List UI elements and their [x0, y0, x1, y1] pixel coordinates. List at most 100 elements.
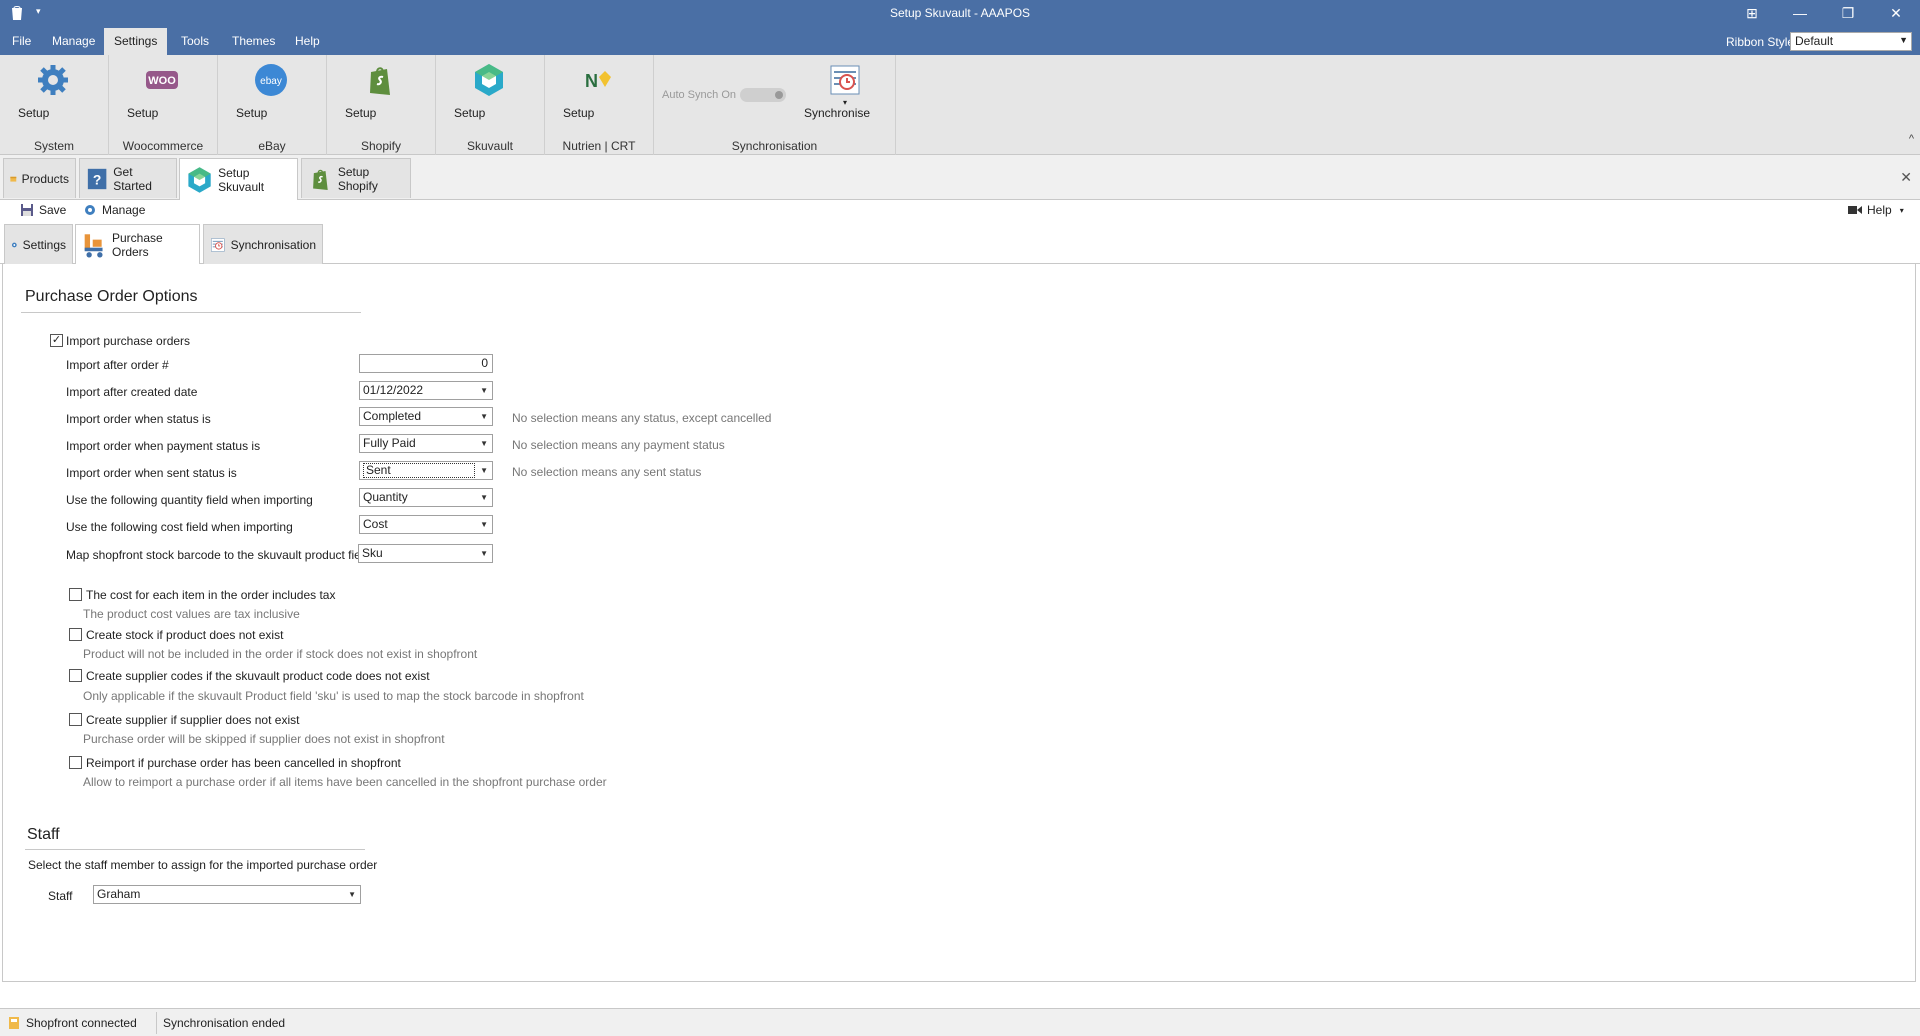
order-status-select[interactable]: Completed ▼: [359, 407, 493, 426]
tab-settings[interactable]: Settings: [4, 224, 73, 264]
tab-products[interactable]: Products: [3, 158, 76, 198]
option-label: Reimport if purchase order has been canc…: [86, 756, 401, 770]
woocommerce-setup-button[interactable]: WOO Setup: [127, 63, 197, 120]
ribbon-group-synchronisation: Auto Synch On Synchronise ▾ Synchronisat…: [654, 55, 896, 155]
ribbon-caption-ebay: eBay: [258, 139, 286, 153]
menu-themes[interactable]: Themes: [222, 28, 285, 55]
synchronise-label: Synchronise: [804, 106, 871, 120]
system-setup-label: Setup: [18, 106, 50, 120]
ribbon-style-select[interactable]: Default ▼: [1790, 32, 1912, 51]
shopify-setup-button[interactable]: Setup: [345, 63, 415, 120]
auto-synch-toggle[interactable]: [740, 88, 786, 102]
field-label: Import after order #: [66, 358, 169, 372]
menu-help[interactable]: Help: [285, 28, 330, 55]
field-label: Use the following quantity field when im…: [66, 493, 313, 507]
minimize-button[interactable]: —: [1780, 2, 1820, 24]
collapse-ribbon-icon[interactable]: ^: [1909, 133, 1914, 145]
field-hint: No selection means any sent status: [512, 465, 702, 479]
menu-settings[interactable]: Settings: [104, 28, 168, 55]
menu-file[interactable]: File: [2, 28, 41, 55]
field-value: Sku: [362, 546, 383, 560]
ribbon-caption-synchronisation: Synchronisation: [731, 139, 818, 153]
section-title-purchase-order-options: Purchase Order Options: [25, 288, 198, 305]
import-purchase-orders-checkbox[interactable]: ✓: [50, 334, 63, 347]
staff-label: Staff: [48, 889, 73, 903]
ribbon-caption-woocommerce: Woocommerce: [122, 139, 204, 153]
option-label: Create supplier codes if the skuvault pr…: [86, 669, 430, 683]
ribbon-group-ebay: ebay Setup eBay: [218, 55, 327, 155]
save-label: Save: [39, 203, 67, 217]
tab-setup-skuvault[interactable]: Setup Skuvault: [179, 158, 298, 200]
window-title: Setup Skuvault - AAAPOS: [889, 6, 1031, 20]
quantity-field-select[interactable]: Quantity ▼: [359, 488, 493, 507]
cost-field-select[interactable]: Cost ▼: [359, 515, 493, 534]
shopify-icon: [313, 169, 328, 190]
create-stock-checkbox[interactable]: [69, 628, 82, 641]
ebay-setup-label: Setup: [236, 106, 268, 120]
system-setup-button[interactable]: Setup: [18, 63, 88, 120]
nutrien-setup-button[interactable]: N Setup: [563, 63, 633, 120]
title-bar: ▾ Setup Skuvault - AAAPOS ⊞ — ❐ ✕: [0, 0, 1920, 28]
field-label: Import order when payment status is: [66, 439, 261, 453]
synchronise-icon: [830, 65, 860, 95]
sent-status-select[interactable]: Sent ▼: [359, 461, 493, 480]
field-value: Quantity: [363, 490, 408, 504]
tab-synchronisation[interactable]: Synchronisation: [203, 224, 323, 264]
option-label: The cost for each item in the order incl…: [86, 588, 336, 602]
woocommerce-setup-label: Setup: [127, 106, 159, 120]
help-button[interactable]: Help ▾: [1848, 203, 1904, 217]
connection-status-text: Shopfront connected: [26, 1016, 137, 1030]
skuvault-icon: [188, 166, 211, 193]
ebay-setup-button[interactable]: ebay Setup: [236, 63, 306, 120]
create-supplier-checkbox[interactable]: [69, 713, 82, 726]
connection-status: Shopfront connected: [8, 1016, 137, 1030]
woocommerce-icon: WOO: [146, 71, 178, 89]
ribbon: Setup System WOO Setup Woocommerce ebay …: [0, 55, 1920, 155]
synchronise-button[interactable]: Synchronise ▾: [804, 63, 886, 120]
field-value: 01/12/2022: [363, 383, 424, 397]
tab-label: Setup Skuvault: [218, 165, 265, 194]
section-divider: [25, 849, 365, 850]
chevron-down-icon: ▾: [1899, 205, 1904, 215]
purchase-orders-icon: [84, 234, 103, 258]
menu-manage[interactable]: Manage: [42, 28, 105, 55]
snap-layout-button[interactable]: ⊞: [1732, 2, 1772, 24]
skuvault-icon: [475, 64, 503, 96]
close-icon[interactable]: ✕: [1900, 169, 1912, 186]
ebay-icon: ebay: [255, 64, 287, 96]
ribbon-caption-skuvault: Skuvault: [466, 139, 514, 153]
field-label: Map shopfront stock barcode to the skuva…: [66, 548, 371, 562]
save-icon: [21, 204, 33, 216]
barcode-map-select[interactable]: Sku ▼: [358, 544, 493, 563]
save-button[interactable]: Save: [20, 203, 66, 217]
chevron-down-icon: ▼: [480, 520, 488, 529]
field-label: Use the following cost field when import…: [66, 520, 293, 534]
ebay-logo-text: ebay: [260, 76, 282, 87]
payment-status-select[interactable]: Fully Paid ▼: [359, 434, 493, 453]
status-bar: Shopfront connected Synchronisation ende…: [0, 1008, 1920, 1036]
woo-logo-text: WOO: [148, 75, 176, 87]
reimport-cancelled-checkbox[interactable]: [69, 756, 82, 769]
restore-button[interactable]: ❐: [1828, 2, 1868, 24]
tab-setup-shopify[interactable]: Setup Shopify: [301, 158, 411, 198]
manage-button[interactable]: Manage: [83, 203, 145, 217]
field-value: Completed: [363, 409, 422, 423]
cost-includes-tax-checkbox[interactable]: [69, 588, 82, 601]
import-after-order-input[interactable]: 0: [359, 354, 493, 373]
staff-description: Select the staff member to assign for th…: [28, 858, 378, 872]
tab-get-started[interactable]: ? Get Started: [79, 158, 177, 198]
tab-purchase-orders[interactable]: Purchase Orders: [75, 224, 200, 265]
menu-tools[interactable]: Tools: [171, 28, 219, 55]
chevron-down-icon: ▼: [348, 890, 356, 899]
skuvault-setup-button[interactable]: Setup: [454, 63, 524, 120]
gear-icon: [11, 242, 17, 247]
purchase-orders-panel: Purchase Order Options ✓ Import purchase…: [2, 264, 1916, 982]
import-after-date-picker[interactable]: 01/12/2022 ▼: [359, 381, 493, 400]
ribbon-caption-shopify: Shopify: [360, 139, 402, 153]
section-title-staff: Staff: [27, 826, 60, 843]
close-window-button[interactable]: ✕: [1876, 2, 1916, 24]
tab-label: Get Started: [113, 164, 152, 193]
staff-select[interactable]: Graham ▼: [93, 885, 361, 904]
create-supplier-codes-checkbox[interactable]: [69, 669, 82, 682]
nutrien-icon: N: [585, 71, 611, 91]
